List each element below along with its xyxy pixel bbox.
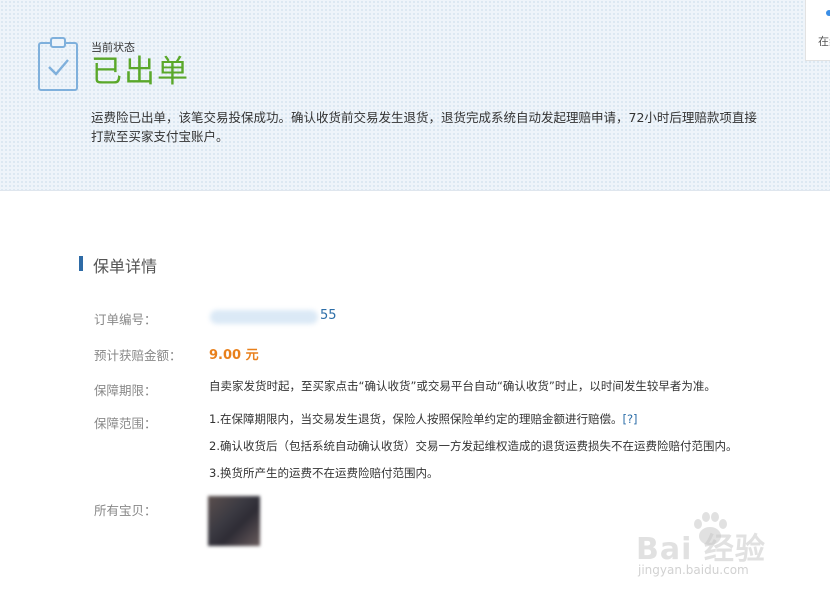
section-marker bbox=[79, 256, 83, 271]
clipboard-check-icon bbox=[38, 37, 78, 91]
status-label: 当前状态 bbox=[91, 41, 135, 54]
scope-label: 保障范围： bbox=[94, 416, 157, 431]
scope-item-3: 3.换货所产生的运费不在运费险赔付范围内。 bbox=[209, 466, 439, 480]
scope-item-2: 2.确认收货后（包括系统自动确认收货）交易一方发起维权造成的退货运费损失不在运费… bbox=[209, 439, 738, 453]
period-label: 保障期限： bbox=[94, 383, 157, 398]
online-service-widget[interactable]: 在线 bbox=[805, 0, 830, 61]
online-dot-icon bbox=[826, 10, 830, 16]
order-number-value[interactable]: 55 bbox=[320, 308, 337, 323]
baidu-watermark-text: Bai 经验 bbox=[636, 532, 766, 567]
amount-label: 预计获赔金额： bbox=[94, 348, 182, 363]
status-banner: 当前状态 已出单 运费险已出单，该笔交易投保成功。确认收货前交易发生退货，退货完… bbox=[0, 0, 830, 191]
online-service-label: 在线 bbox=[818, 35, 830, 48]
scope-item-1: 1.在保障期限内，当交易发生退货，保险人按照保险单约定的理赔金额进行赔偿。[?] bbox=[209, 411, 638, 427]
order-number-label: 订单编号： bbox=[94, 312, 157, 327]
period-value: 自卖家发货时起，至买家点击“确认收货”或交易平台自动“确认收货”时止，以时间发生… bbox=[209, 379, 716, 393]
order-number-redacted bbox=[210, 310, 318, 324]
scope-help-link[interactable]: [?] bbox=[622, 412, 637, 426]
amount-value: 9.00 元 bbox=[209, 348, 259, 363]
status-value: 已出单 bbox=[91, 54, 190, 90]
baidu-watermark-url: jingyan.baidu.com bbox=[638, 563, 749, 577]
status-description: 运费险已出单，该笔交易投保成功。确认收货前交易发生退货，退货完成系统自动发起理赔… bbox=[91, 110, 757, 144]
page: 当前状态 已出单 运费险已出单，该笔交易投保成功。确认收货前交易发生退货，退货完… bbox=[0, 0, 830, 599]
section-title: 保单详情 bbox=[93, 257, 158, 276]
product-thumbnail[interactable] bbox=[208, 496, 260, 546]
scope-item-1-text: 1.在保障期限内，当交易发生退货，保险人按照保险单约定的理赔金额进行赔偿。 bbox=[209, 412, 623, 426]
items-label: 所有宝贝： bbox=[94, 503, 157, 518]
